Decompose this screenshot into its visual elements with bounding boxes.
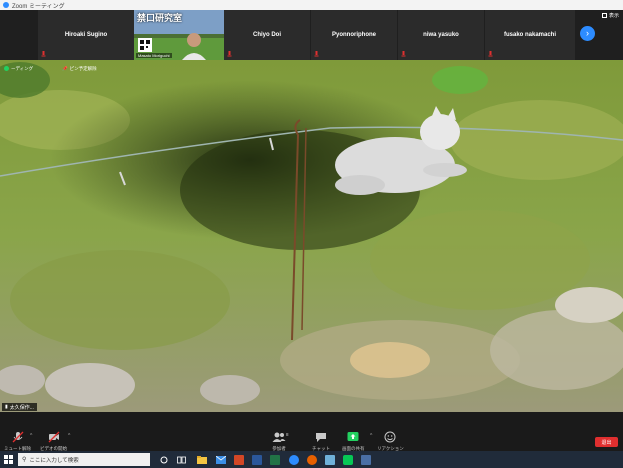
participant-tile[interactable]: Pyonnoriphone [311, 10, 397, 60]
chat-icon [314, 430, 328, 444]
leave-meeting-button[interactable]: 退出 [595, 437, 618, 447]
video-off-icon [47, 430, 61, 444]
active-speaker-name-tag: ▮ 太久保作... [2, 403, 37, 411]
recording-status-text: ーディング [11, 65, 34, 71]
meeting-toolbar: ミュート解除 ^ ビデオの開始 ^ 参加者 8 チャット 画面の共有 ^ リアク… [0, 412, 623, 451]
windows-start-icon[interactable] [4, 455, 13, 464]
zoom-window: Zoom ミーティング Hiroaki Sugino Chiyo Doi Pyo… [0, 0, 623, 468]
cortana-icon[interactable] [158, 454, 169, 465]
mic-muted-icon [488, 51, 493, 57]
active-speaker-video [0, 60, 623, 412]
start-video-button[interactable]: ビデオの開始 [40, 416, 67, 452]
windows-taskbar: ⚲ ここに入力して検索 [0, 451, 623, 468]
mic-muted-icon [227, 51, 232, 57]
mail-icon[interactable] [215, 454, 226, 465]
firefox-icon[interactable] [306, 454, 317, 465]
participant-strip: Hiroaki Sugino Chiyo Doi Pyonnoriphone n… [0, 10, 623, 60]
reactions-button[interactable]: リアクション [377, 416, 404, 452]
taskbar-search-box[interactable]: ⚲ ここに入力して検索 [18, 453, 150, 466]
video-overlay-text: 禁口研究室 [137, 13, 183, 23]
powerpoint-icon[interactable] [233, 454, 244, 465]
photos-icon[interactable] [360, 454, 371, 465]
chevron-up-icon[interactable]: ^ [370, 433, 372, 439]
share-screen-icon [346, 430, 360, 444]
word-icon[interactable] [251, 454, 262, 465]
task-view-icon[interactable] [176, 454, 187, 465]
participant-name: Chiyo Doi [253, 32, 281, 38]
mic-icon: ▮ [5, 404, 8, 410]
line-icon[interactable] [342, 454, 353, 465]
participant-video-tile[interactable]: 禁口研究室 Masato Moriguchi [134, 10, 224, 60]
zoom-app-icon [3, 2, 9, 8]
share-screen-button[interactable]: 画面の共有 [342, 416, 365, 452]
participant-name: fusako nakamachi [503, 32, 557, 38]
participants-button[interactable]: 参加者 [272, 416, 286, 452]
unpin-video[interactable]: 📌 ピン予定解除 [62, 64, 97, 73]
participant-name: Masato Moriguchi [136, 53, 172, 58]
participant-tile[interactable]: Chiyo Doi [224, 10, 310, 60]
participant-tile[interactable]: Hiroaki Sugino [38, 10, 134, 60]
mic-muted-icon [41, 51, 46, 57]
mic-muted-icon [401, 51, 406, 57]
app-icon[interactable] [324, 454, 335, 465]
excel-icon[interactable] [269, 454, 280, 465]
chevron-up-icon[interactable]: ^ [30, 433, 32, 439]
chevron-right-icon: › [586, 28, 589, 38]
participant-name: Pyonnoriphone [332, 32, 376, 38]
chat-button[interactable]: チャット [312, 416, 330, 452]
zoom-taskbar-icon[interactable] [288, 454, 299, 465]
file-explorer-icon[interactable] [196, 454, 207, 465]
pin-icon: 📌 [62, 65, 68, 71]
mic-muted-icon [11, 430, 25, 444]
unpin-text: ピン予定解除 [69, 65, 97, 71]
window-title: Zoom ミーティング [12, 3, 65, 10]
next-page-button[interactable]: › [580, 26, 595, 41]
participants-icon [272, 430, 286, 444]
participant-tile[interactable]: fusako nakamachi [485, 10, 575, 60]
search-icon: ⚲ [22, 457, 27, 463]
participant-name: niwa yasuko [423, 32, 459, 38]
recording-status: ーディング [4, 64, 33, 73]
view-label: 表示 [608, 13, 619, 19]
shield-check-icon [4, 66, 9, 71]
active-speaker-name: 太久保作... [9, 404, 34, 411]
smiley-icon [383, 430, 397, 444]
unmute-button[interactable]: ミュート解除 [4, 416, 31, 452]
participant-name: Hiroaki Sugino [64, 32, 108, 38]
view-button[interactable]: 表示 [601, 12, 619, 19]
video-frame [0, 60, 623, 412]
chevron-up-icon[interactable]: ^ [68, 433, 70, 439]
grid-view-icon [601, 13, 607, 18]
participant-tile[interactable]: niwa yasuko [398, 10, 484, 60]
search-placeholder: ここに入力して検索 [29, 457, 79, 464]
title-bar: Zoom ミーティング [0, 0, 623, 10]
mic-muted-icon [314, 51, 319, 57]
participants-count: 8 [286, 432, 289, 437]
